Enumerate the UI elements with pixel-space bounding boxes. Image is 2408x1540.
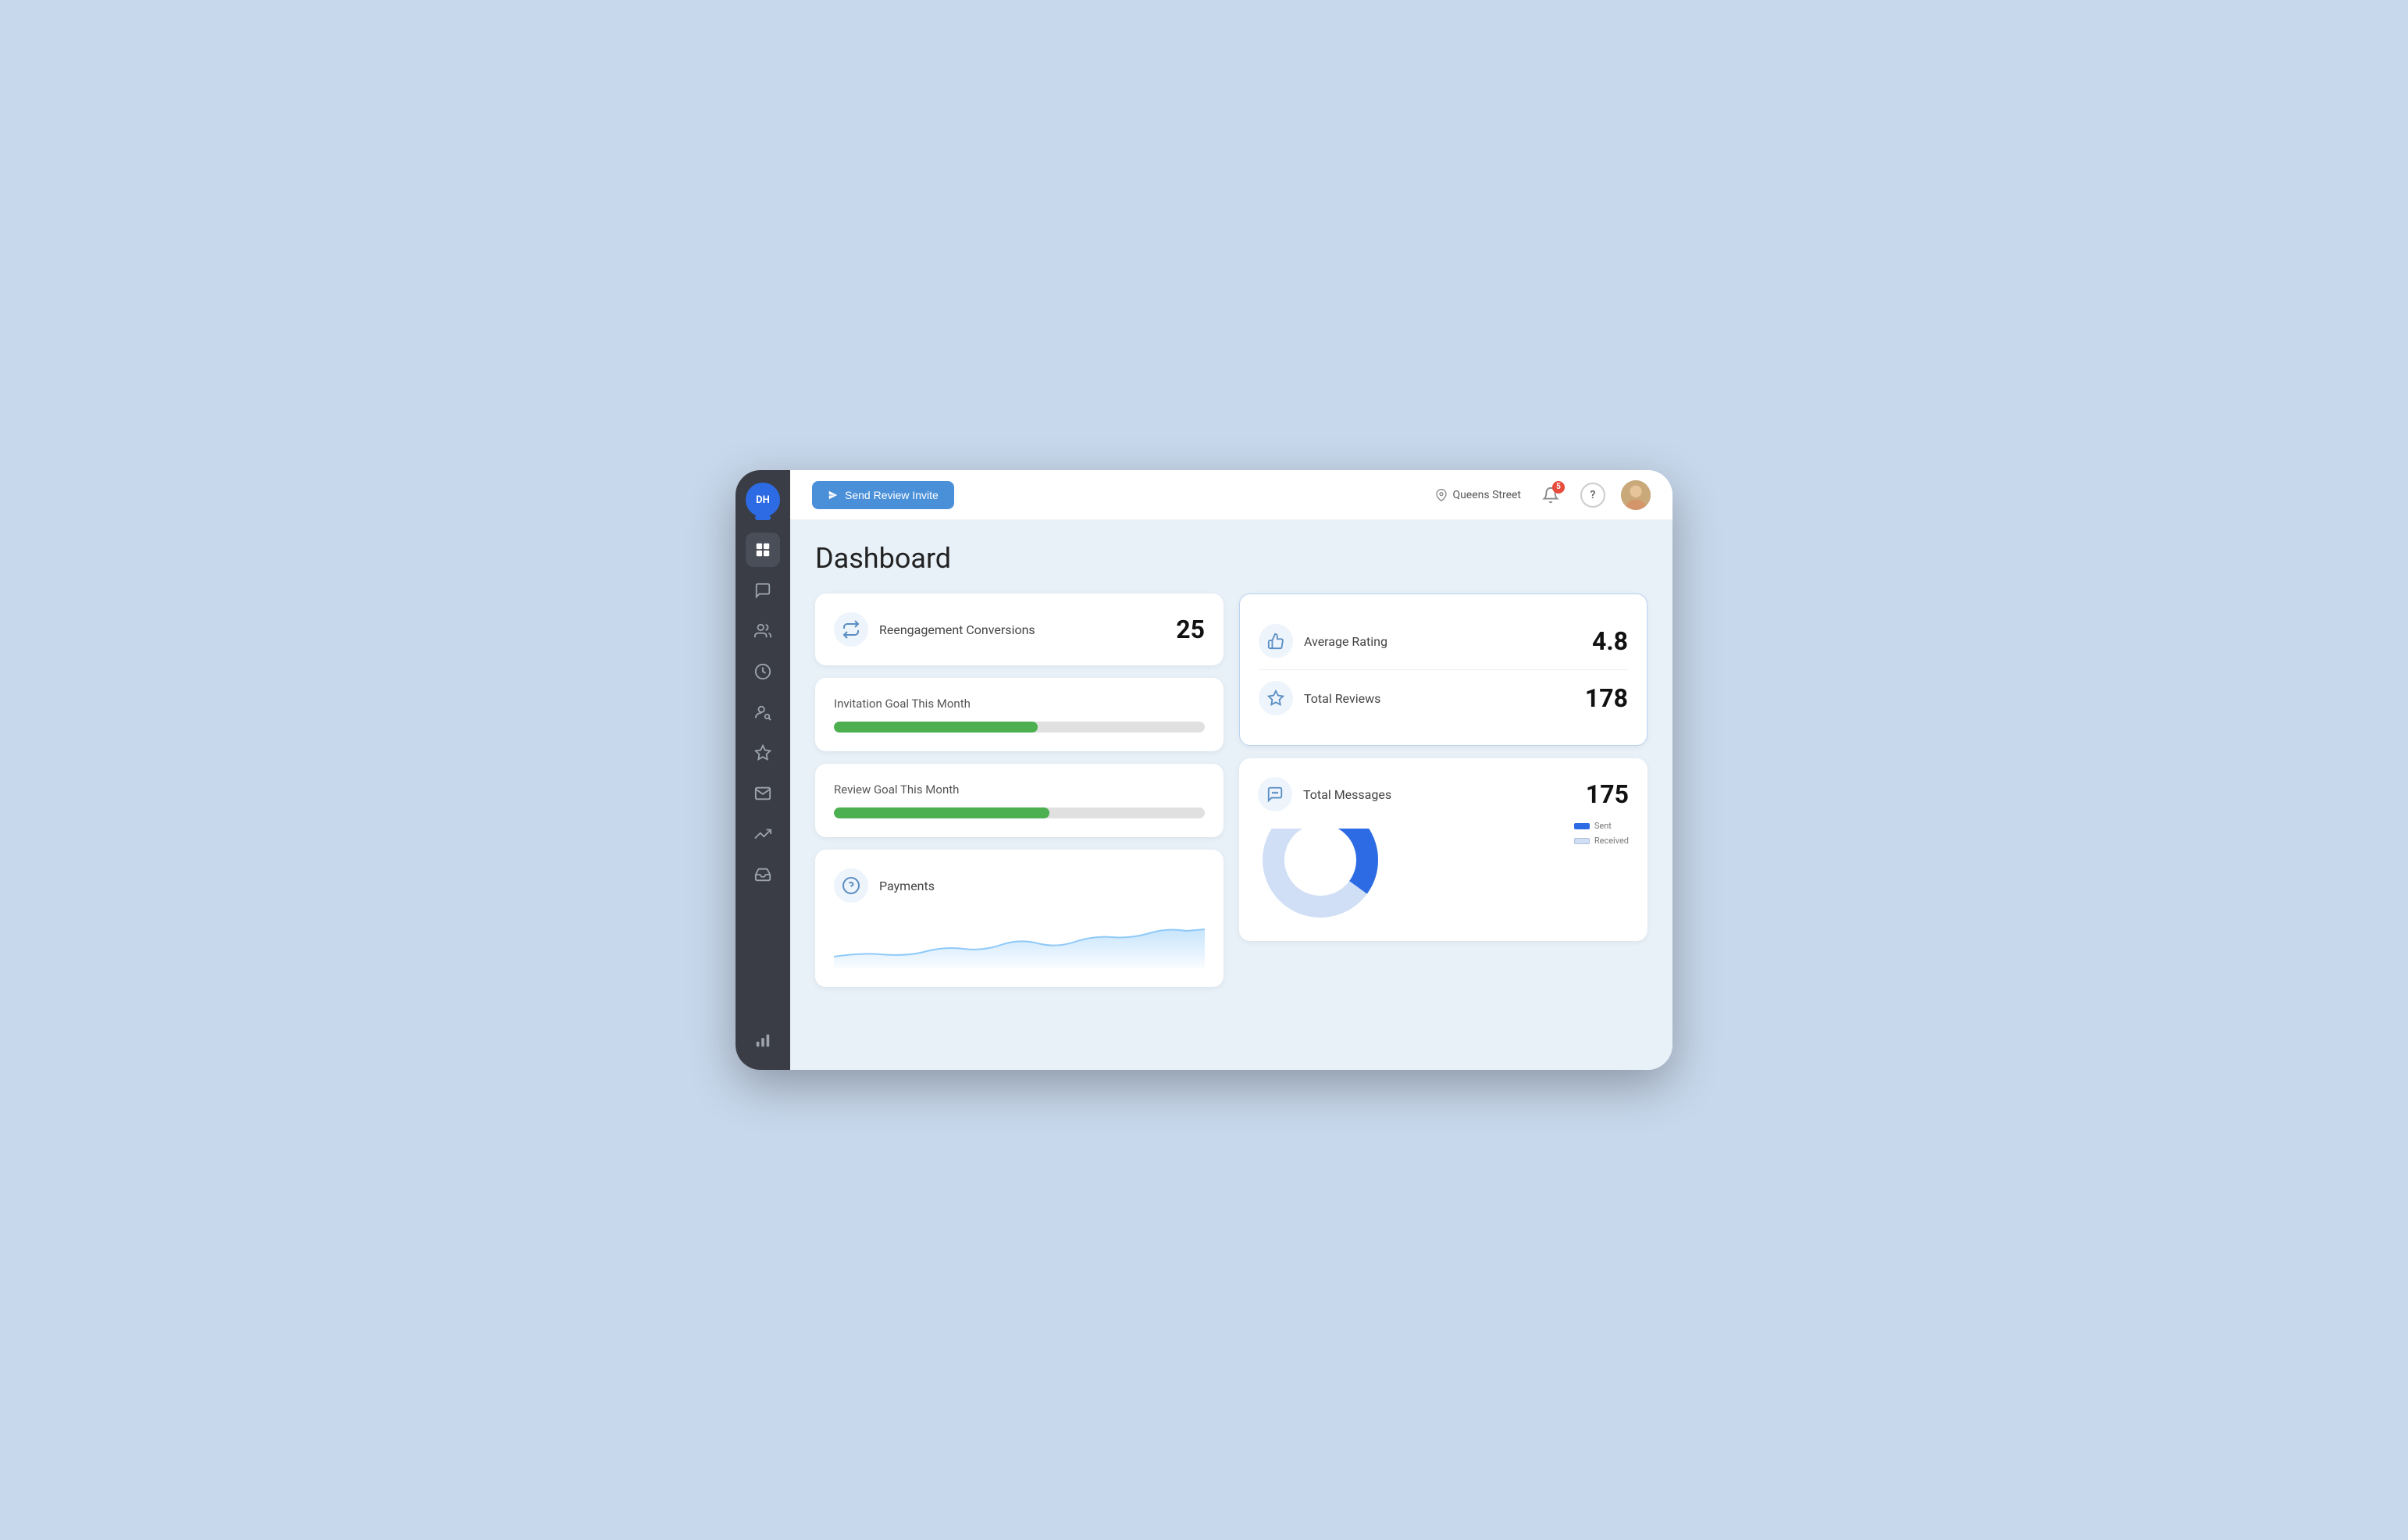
total-messages-label: Total Messages xyxy=(1303,787,1575,802)
star-icon xyxy=(754,744,771,761)
header-left: Send Review Invite xyxy=(812,481,1435,509)
reengagement-label: Reengagement Conversions xyxy=(879,622,1165,637)
total-reviews-row: Total Reviews 178 xyxy=(1259,669,1628,726)
review-goal-progress xyxy=(834,807,1205,818)
donut-chart xyxy=(1258,829,1383,922)
device-frame: DH xyxy=(736,470,1672,1070)
sidebar-item-analytics[interactable] xyxy=(746,817,780,851)
sent-legend-dot xyxy=(1574,823,1590,829)
star-reviews-icon xyxy=(1267,690,1284,707)
sidebar-item-reports[interactable] xyxy=(746,1023,780,1057)
help-button[interactable]: ? xyxy=(1580,483,1605,508)
dashboard-grid: Reengagement Conversions 25 Invitation G… xyxy=(815,594,1647,987)
sidebar-item-dashboard[interactable] xyxy=(746,533,780,567)
sidebar-item-messages[interactable] xyxy=(746,573,780,608)
send-icon xyxy=(828,490,839,501)
location-icon xyxy=(1435,489,1448,501)
total-messages-card: Total Messages 175 xyxy=(1239,758,1647,941)
page-title: Dashboard xyxy=(815,542,1647,575)
sidebar: DH xyxy=(736,470,790,1070)
thumbup-icon xyxy=(1267,633,1284,650)
notification-count: 5 xyxy=(1556,483,1561,491)
sidebar-item-contacts[interactable] xyxy=(746,614,780,648)
rating-icon xyxy=(1259,624,1293,658)
sidebar-item-inbox[interactable] xyxy=(746,857,780,892)
average-rating-label: Average Rating xyxy=(1304,634,1581,649)
messages-legend: Sent Received xyxy=(1574,821,1629,846)
payments-icon xyxy=(834,868,868,903)
invitation-goal-label: Invitation Goal This Month xyxy=(834,697,1205,711)
mail-icon xyxy=(754,785,771,802)
invitation-goal-progress xyxy=(834,722,1205,733)
content-area: Dashboard xyxy=(790,520,1672,1070)
header: Send Review Invite Queens Street xyxy=(790,470,1672,520)
donut-svg xyxy=(1258,829,1383,922)
send-invite-button[interactable]: Send Review Invite xyxy=(812,481,954,509)
sent-label: Sent xyxy=(1594,821,1612,831)
notification-badge: 5 xyxy=(1552,481,1565,494)
received-label: Received xyxy=(1594,836,1629,846)
bar-chart-icon xyxy=(754,1032,771,1049)
review-goal-label: Review Goal This Month xyxy=(834,782,1205,797)
header-right: Queens Street 5 ? xyxy=(1435,480,1651,510)
user-avatar[interactable] xyxy=(1621,480,1651,510)
users-icon xyxy=(754,622,771,640)
chat-icon xyxy=(754,582,771,599)
trending-icon xyxy=(754,825,771,843)
chat-bubble-icon xyxy=(1266,786,1284,803)
inbox-icon xyxy=(754,866,771,883)
main-area: Send Review Invite Queens Street xyxy=(790,470,1672,1070)
sidebar-item-reviews[interactable] xyxy=(746,736,780,770)
payments-card: Payments xyxy=(815,850,1224,987)
sidebar-bottom xyxy=(746,1023,780,1057)
app-logo[interactable]: DH xyxy=(746,483,780,517)
grid-icon xyxy=(754,541,771,558)
left-column: Reengagement Conversions 25 Invitation G… xyxy=(815,594,1224,987)
notifications-button[interactable]: 5 xyxy=(1537,481,1565,509)
messages-icon xyxy=(1258,777,1292,811)
average-rating-row: Average Rating 4.8 xyxy=(1259,613,1628,669)
messages-header: Total Messages 175 xyxy=(1258,777,1629,811)
sidebar-item-history[interactable] xyxy=(746,654,780,689)
reengagement-stat-row: Reengagement Conversions 25 xyxy=(834,612,1205,647)
reengagement-icon xyxy=(834,612,868,647)
review-goal-card: Review Goal This Month xyxy=(815,764,1224,837)
reengagement-svg-icon xyxy=(842,620,860,639)
received-legend-dot xyxy=(1574,838,1590,844)
sidebar-item-users[interactable] xyxy=(746,695,780,729)
right-column: Average Rating 4.8 Total Reviews 178 xyxy=(1239,594,1647,987)
logo-text: DH xyxy=(756,494,770,506)
location-text: Queens Street xyxy=(1452,489,1521,501)
ratings-card: Average Rating 4.8 Total Reviews 178 xyxy=(1239,594,1647,746)
received-legend-item: Received xyxy=(1574,836,1629,846)
payments-stat-row: Payments xyxy=(834,868,1205,903)
location-display[interactable]: Queens Street xyxy=(1435,489,1521,501)
payments-sparkline xyxy=(834,914,1205,968)
reviews-icon xyxy=(1259,681,1293,715)
sent-legend-item: Sent xyxy=(1574,821,1629,831)
total-reviews-label: Total Reviews xyxy=(1304,691,1574,706)
payments-label: Payments xyxy=(879,879,1205,893)
avatar-image xyxy=(1621,480,1651,510)
sparkline-svg xyxy=(834,914,1205,968)
help-label: ? xyxy=(1590,489,1596,501)
messages-bottom: Sent Received xyxy=(1258,821,1629,922)
send-invite-label: Send Review Invite xyxy=(845,489,939,501)
reengagement-value: 25 xyxy=(1176,615,1205,644)
person-search-icon xyxy=(754,704,771,721)
reengagement-card: Reengagement Conversions 25 xyxy=(815,594,1224,665)
invitation-goal-card: Invitation Goal This Month xyxy=(815,678,1224,751)
payments-svg-icon xyxy=(842,876,860,895)
total-reviews-value: 178 xyxy=(1585,683,1628,713)
clock-icon xyxy=(754,663,771,680)
sidebar-item-email[interactable] xyxy=(746,776,780,811)
average-rating-value: 4.8 xyxy=(1592,626,1628,656)
review-goal-fill xyxy=(834,807,1049,818)
invitation-goal-fill xyxy=(834,722,1038,733)
total-messages-value: 175 xyxy=(1586,779,1629,809)
